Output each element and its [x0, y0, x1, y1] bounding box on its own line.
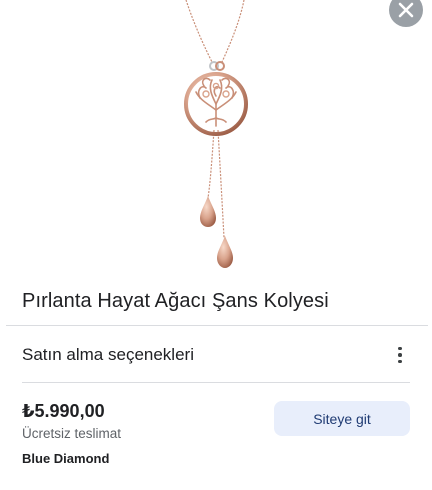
more-vert-icon — [398, 346, 402, 351]
product-title: Pırlanta Hayat Ağacı Şans Kolyesi — [22, 290, 329, 312]
purchase-options-header: Satın alma seçenekleri — [0, 333, 432, 377]
shipping-info: Ücretsiz teslimat — [22, 426, 122, 441]
merchant-name: Blue Diamond — [22, 451, 110, 466]
visit-site-button[interactable]: Siteye git — [274, 401, 410, 436]
product-image[interactable] — [0, 0, 432, 280]
offer-price: ₺5.990,00 — [22, 401, 105, 421]
more-vert-icon-dot — [398, 353, 402, 357]
more-options-button[interactable] — [388, 343, 412, 367]
more-vert-icon-dot — [398, 359, 402, 364]
divider — [6, 325, 428, 326]
close-icon — [398, 2, 414, 18]
divider — [22, 382, 410, 383]
section-title: Satın alma seçenekleri — [22, 345, 194, 364]
necklace-image — [184, 0, 248, 268]
